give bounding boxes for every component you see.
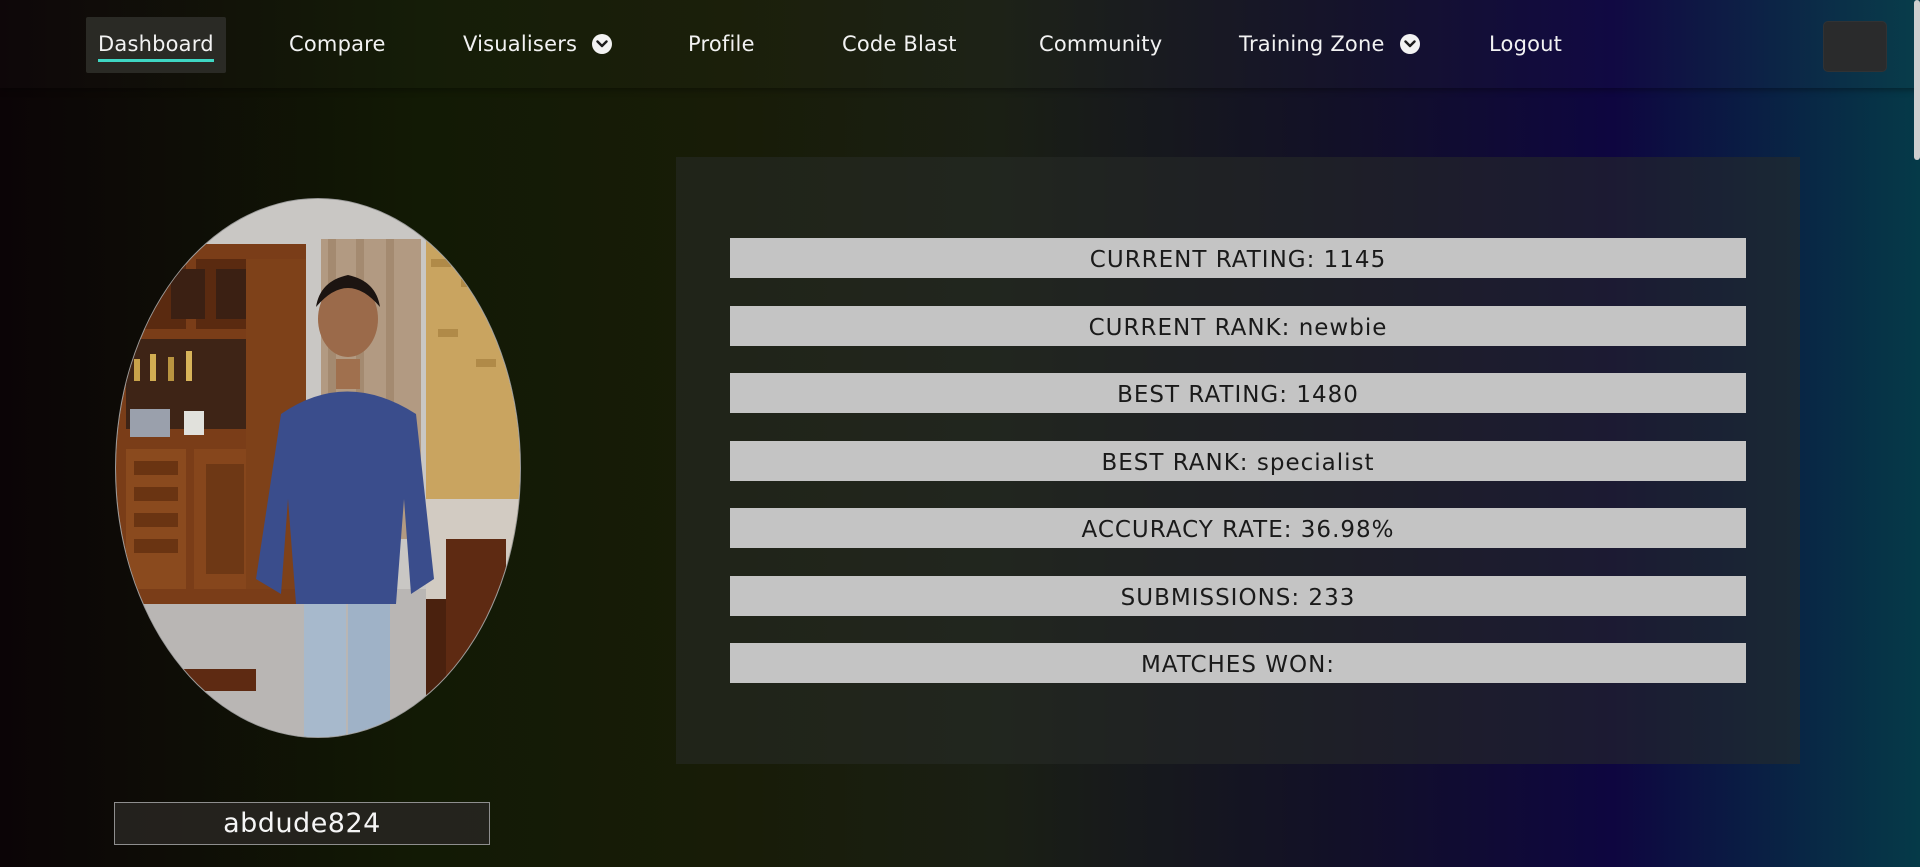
stat-submissions: SUBMISSIONS: 233: [730, 576, 1746, 616]
nav-compare[interactable]: Compare: [289, 17, 386, 73]
stat-current-rank: CURRENT RANK: newbie: [730, 306, 1746, 346]
nav-training-zone-label: Training Zone: [1239, 32, 1385, 56]
nav-logout[interactable]: Logout: [1489, 17, 1562, 73]
navbar-toggle-button[interactable]: [1823, 21, 1887, 72]
chevron-down-icon: [1399, 34, 1420, 54]
nav-training-zone[interactable]: Training Zone: [1239, 17, 1420, 73]
stat-best-rating: BEST RATING: 1480: [730, 373, 1746, 413]
nav-community[interactable]: Community: [1039, 17, 1162, 73]
nav-community-label: Community: [1039, 32, 1163, 56]
username-label: abdude824: [114, 802, 490, 845]
nav-compare-label: Compare: [289, 32, 386, 56]
nav-code-blast[interactable]: Code Blast: [842, 17, 957, 73]
nav-profile-label: Profile: [688, 32, 755, 56]
nav-visualisers[interactable]: Visualisers: [463, 17, 613, 73]
stat-accuracy-rate: ACCURACY RATE: 36.98%: [730, 508, 1746, 548]
nav-visualisers-label: Visualisers: [463, 32, 578, 56]
nav-logout-label: Logout: [1489, 32, 1563, 56]
profile-photo: [116, 199, 520, 737]
stat-best-rank: BEST RANK: specialist: [730, 441, 1746, 481]
scrollbar-thumb[interactable]: [1914, 0, 1920, 160]
stat-matches-won: MATCHES WON:: [730, 643, 1746, 683]
nav-profile[interactable]: Profile: [688, 17, 755, 73]
stat-current-rating: CURRENT RATING: 1145: [730, 238, 1746, 278]
nav-dashboard[interactable]: Dashboard: [86, 17, 226, 73]
chevron-down-icon: [592, 34, 613, 54]
avatar: [115, 198, 521, 738]
top-navbar: Dashboard Compare Visualisers Profile Co…: [0, 0, 1920, 88]
nav-code-blast-label: Code Blast: [842, 32, 957, 56]
nav-dashboard-label: Dashboard: [98, 32, 214, 62]
